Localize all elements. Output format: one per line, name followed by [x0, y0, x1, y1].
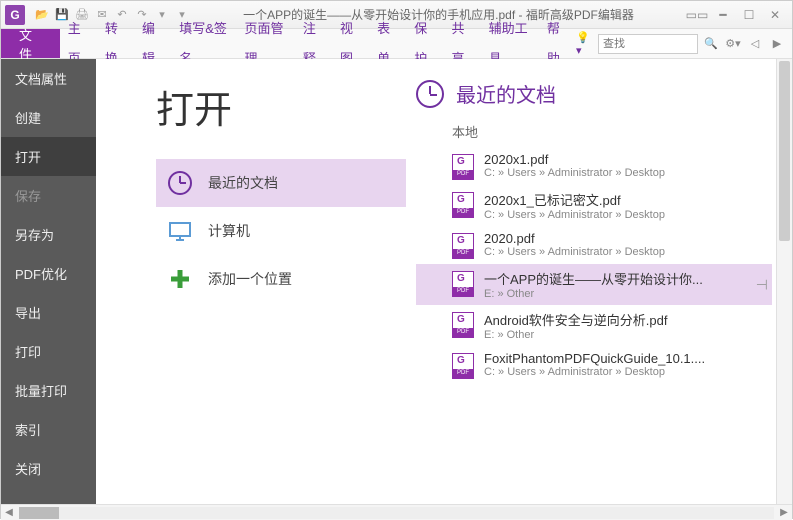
sidebar-item-3: 保存	[1, 176, 96, 215]
backstage-sidebar: 文档属性创建打开保存另存为PDF优化导出打印批量打印索引关闭	[1, 59, 96, 504]
page-title: 打开	[156, 79, 406, 134]
hscroll-left-icon[interactable]: ◀	[1, 507, 17, 518]
sidebar-item-7[interactable]: 打印	[1, 332, 96, 371]
recent-file-list: 2020x1.pdfC: » Users » Administrator » D…	[416, 147, 772, 384]
maximize-icon[interactable]: ☐	[738, 6, 760, 24]
file-path: E: » Other	[484, 288, 703, 300]
recent-file-2[interactable]: 2020.pdfC: » Users » Administrator » Des…	[416, 226, 772, 264]
minimize-icon[interactable]: ━	[712, 6, 734, 24]
recent-file-0[interactable]: 2020x1.pdfC: » Users » Administrator » D…	[416, 147, 772, 185]
search-input[interactable]	[598, 34, 698, 54]
nav-next-icon[interactable]: ▶	[768, 35, 786, 53]
computer-icon	[166, 217, 194, 245]
recent-file-5[interactable]: FoxitPhantomPDFQuickGuide_10.1....C: » U…	[416, 346, 772, 384]
sidebar-item-0[interactable]: 文档属性	[1, 59, 96, 98]
pin-icon[interactable]: ⊣	[756, 276, 768, 293]
file-tab[interactable]: 文件	[1, 29, 60, 58]
open-right-column: 最近的文档 本地 2020x1.pdfC: » Users » Administ…	[406, 79, 792, 504]
open-left-column: 打开 最近的文档计算机添加一个位置	[96, 79, 406, 504]
file-path: C: » Users » Administrator » Desktop	[484, 366, 705, 378]
plus-icon	[166, 265, 194, 293]
open-source-2[interactable]: 添加一个位置	[156, 255, 406, 303]
bulb-icon[interactable]: 💡▾	[576, 35, 594, 53]
ribbon-tab-list: 主页 转换 编辑 填写&签名 页面管理 注释 视图 表单 保护 共享 辅助工具 …	[60, 29, 576, 58]
file-path: C: » Users » Administrator » Desktop	[484, 246, 665, 258]
search-icon[interactable]: 🔍	[702, 35, 720, 53]
vertical-scrollbar[interactable]	[776, 59, 792, 504]
pdf-file-icon	[452, 192, 474, 218]
file-meta: 一个APP的诞生——从零开始设计你...E: » Other	[484, 269, 703, 300]
pdf-file-icon	[452, 271, 474, 297]
open-source-list: 最近的文档计算机添加一个位置	[156, 159, 406, 303]
recent-header: 最近的文档	[416, 79, 772, 108]
open-source-1[interactable]: 计算机	[156, 207, 406, 255]
file-meta: 2020x1_已标记密文.pdfC: » Users » Administrat…	[484, 190, 665, 221]
file-path: C: » Users » Administrator » Desktop	[484, 209, 665, 221]
file-meta: FoxitPhantomPDFQuickGuide_10.1....C: » U…	[484, 351, 705, 378]
sidebar-item-10[interactable]: 关闭	[1, 449, 96, 488]
file-name: Android软件安全与逆向分析.pdf	[484, 310, 668, 329]
backstage-content: 打开 最近的文档计算机添加一个位置 最近的文档 本地 2020x1.pdfC: …	[96, 59, 792, 504]
clock-icon	[166, 169, 194, 197]
sidebar-item-9[interactable]: 索引	[1, 410, 96, 449]
file-meta: 2020.pdfC: » Users » Administrator » Des…	[484, 231, 665, 258]
recent-file-3[interactable]: 一个APP的诞生——从零开始设计你...E: » Other ⊣	[416, 264, 772, 305]
ribbon-tabs: 文件 主页 转换 编辑 填写&签名 页面管理 注释 视图 表单 保护 共享 辅助…	[1, 29, 792, 59]
sidebar-item-2[interactable]: 打开	[1, 137, 96, 176]
file-name: 2020.pdf	[484, 231, 665, 246]
gear-icon[interactable]: ⚙▾	[724, 35, 742, 53]
ribbon-toggle-icon[interactable]: ▭▭	[686, 6, 708, 24]
open-source-label: 计算机	[208, 221, 250, 241]
file-name: 2020x1.pdf	[484, 152, 665, 167]
app-logo-icon: G	[5, 5, 25, 25]
recent-file-4[interactable]: Android软件安全与逆向分析.pdfE: » Other	[416, 305, 772, 346]
hscroll-thumb[interactable]	[19, 507, 59, 519]
pdf-file-icon	[452, 312, 474, 338]
hscroll-right-icon[interactable]: ▶	[776, 507, 792, 518]
sidebar-item-4[interactable]: 另存为	[1, 215, 96, 254]
sidebar-item-1[interactable]: 创建	[1, 98, 96, 137]
pdf-file-icon	[452, 233, 474, 259]
file-meta: Android软件安全与逆向分析.pdfE: » Other	[484, 310, 668, 341]
open-icon[interactable]: 📂	[33, 6, 51, 24]
sidebar-item-6[interactable]: 导出	[1, 293, 96, 332]
ribbon-right-tools: 💡▾ 🔍 ⚙▾ ◁ ▶	[576, 29, 792, 58]
recent-file-1[interactable]: 2020x1_已标记密文.pdfC: » Users » Administrat…	[416, 185, 772, 226]
pdf-file-icon	[452, 353, 474, 379]
section-local-label: 本地	[452, 122, 772, 141]
file-path: E: » Other	[484, 329, 668, 341]
clock-icon	[416, 80, 444, 108]
window-controls: ▭▭ ━ ☐ ✕	[686, 6, 786, 24]
sidebar-item-8[interactable]: 批量打印	[1, 371, 96, 410]
file-name: 2020x1_已标记密文.pdf	[484, 190, 665, 209]
open-source-label: 添加一个位置	[208, 269, 292, 289]
file-name: FoxitPhantomPDFQuickGuide_10.1....	[484, 351, 705, 366]
file-meta: 2020x1.pdfC: » Users » Administrator » D…	[484, 152, 665, 179]
backstage-view: 文档属性创建打开保存另存为PDF优化导出打印批量打印索引关闭 打开 最近的文档计…	[1, 59, 792, 504]
horizontal-scrollbar[interactable]: ◀ ▶	[1, 504, 792, 520]
open-source-0[interactable]: 最近的文档	[156, 159, 406, 207]
vscroll-thumb[interactable]	[779, 61, 790, 241]
recent-header-label: 最近的文档	[456, 79, 556, 108]
sidebar-item-5[interactable]: PDF优化	[1, 254, 96, 293]
hscroll-track[interactable]	[19, 507, 774, 519]
file-path: C: » Users » Administrator » Desktop	[484, 167, 665, 179]
nav-prev-icon[interactable]: ◁	[746, 35, 764, 53]
pdf-file-icon	[452, 154, 474, 180]
close-icon[interactable]: ✕	[764, 6, 786, 24]
file-name: 一个APP的诞生——从零开始设计你...	[484, 269, 703, 288]
open-source-label: 最近的文档	[208, 173, 278, 193]
